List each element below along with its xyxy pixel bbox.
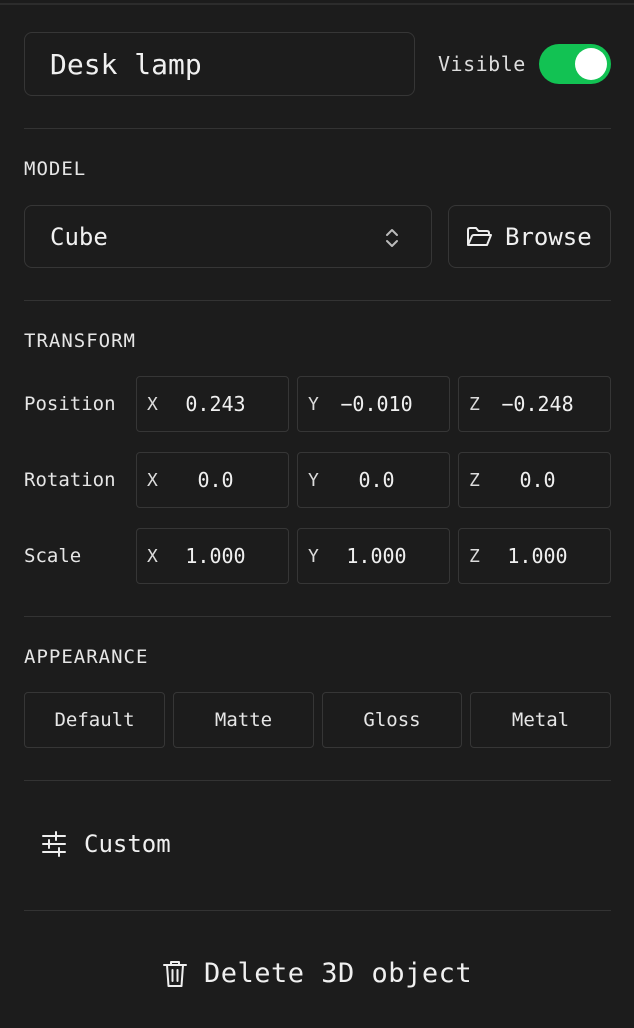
model-select-value: Cube	[50, 222, 108, 251]
axis-label: Y	[308, 469, 319, 491]
transform-section-title: TRANSFORM	[24, 330, 136, 352]
scale-x-value: 1.000	[185, 544, 246, 568]
axis-label: Y	[308, 393, 319, 415]
divider	[24, 910, 611, 911]
appearance-section-title: APPEARANCE	[24, 646, 149, 668]
scale-y-value: 1.000	[346, 544, 407, 568]
appearance-option-gloss[interactable]: Gloss	[322, 692, 462, 748]
position-y-input[interactable]: Y −0.010	[297, 376, 450, 432]
position-x-input[interactable]: X 0.243	[136, 376, 289, 432]
position-x-value: 0.243	[185, 392, 246, 416]
scale-x-input[interactable]: X 1.000	[136, 528, 289, 584]
toggle-knob	[575, 48, 607, 80]
delete-object-button[interactable]: Delete 3D object	[162, 958, 472, 989]
delete-label: Delete 3D object	[204, 958, 473, 989]
trash-icon	[163, 960, 187, 987]
rotation-x-value: 0.0	[197, 468, 234, 492]
appearance-option-default[interactable]: Default	[24, 692, 165, 748]
visible-toggle[interactable]	[539, 44, 611, 84]
position-z-input[interactable]: Z −0.248	[458, 376, 611, 432]
scale-y-input[interactable]: Y 1.000	[297, 528, 450, 584]
divider	[24, 616, 611, 617]
appearance-option-matte[interactable]: Matte	[173, 692, 314, 748]
custom-button[interactable]: Custom	[40, 830, 171, 858]
divider	[24, 300, 611, 301]
rotation-z-input[interactable]: Z 0.0	[458, 452, 611, 508]
rotation-label: Rotation	[24, 469, 116, 491]
object-name-input[interactable]: Desk lamp	[24, 32, 415, 96]
scale-label: Scale	[24, 545, 82, 567]
rotation-z-value: 0.0	[519, 468, 556, 492]
sliders-icon	[42, 831, 66, 857]
axis-label: Z	[469, 469, 480, 491]
scale-z-input[interactable]: Z 1.000	[458, 528, 611, 584]
model-section-title: MODEL	[24, 158, 87, 180]
rotation-y-input[interactable]: Y 0.0	[297, 452, 450, 508]
visible-label: Visible	[438, 52, 526, 76]
chevron-up-down-icon	[386, 229, 398, 247]
axis-label: Y	[308, 545, 319, 567]
divider	[24, 128, 611, 129]
object-name-value: Desk lamp	[50, 47, 202, 81]
appearance-option-metal[interactable]: Metal	[470, 692, 611, 748]
model-select[interactable]: Cube	[24, 205, 432, 268]
rotation-y-value: 0.0	[358, 468, 395, 492]
position-y-value: −0.010	[340, 392, 413, 416]
browse-button[interactable]: Browse	[448, 205, 611, 268]
position-label: Position	[24, 393, 116, 415]
axis-label: X	[147, 469, 158, 491]
rotation-x-input[interactable]: X 0.0	[136, 452, 289, 508]
axis-label: X	[147, 545, 158, 567]
custom-label: Custom	[84, 830, 171, 858]
folder-open-icon	[467, 226, 492, 246]
browse-label: Browse	[505, 222, 592, 251]
axis-label: Z	[469, 393, 480, 415]
divider	[24, 780, 611, 781]
axis-label: Z	[469, 545, 480, 567]
top-border	[0, 3, 634, 5]
position-z-value: −0.248	[501, 392, 574, 416]
scale-z-value: 1.000	[507, 544, 568, 568]
axis-label: X	[147, 393, 158, 415]
